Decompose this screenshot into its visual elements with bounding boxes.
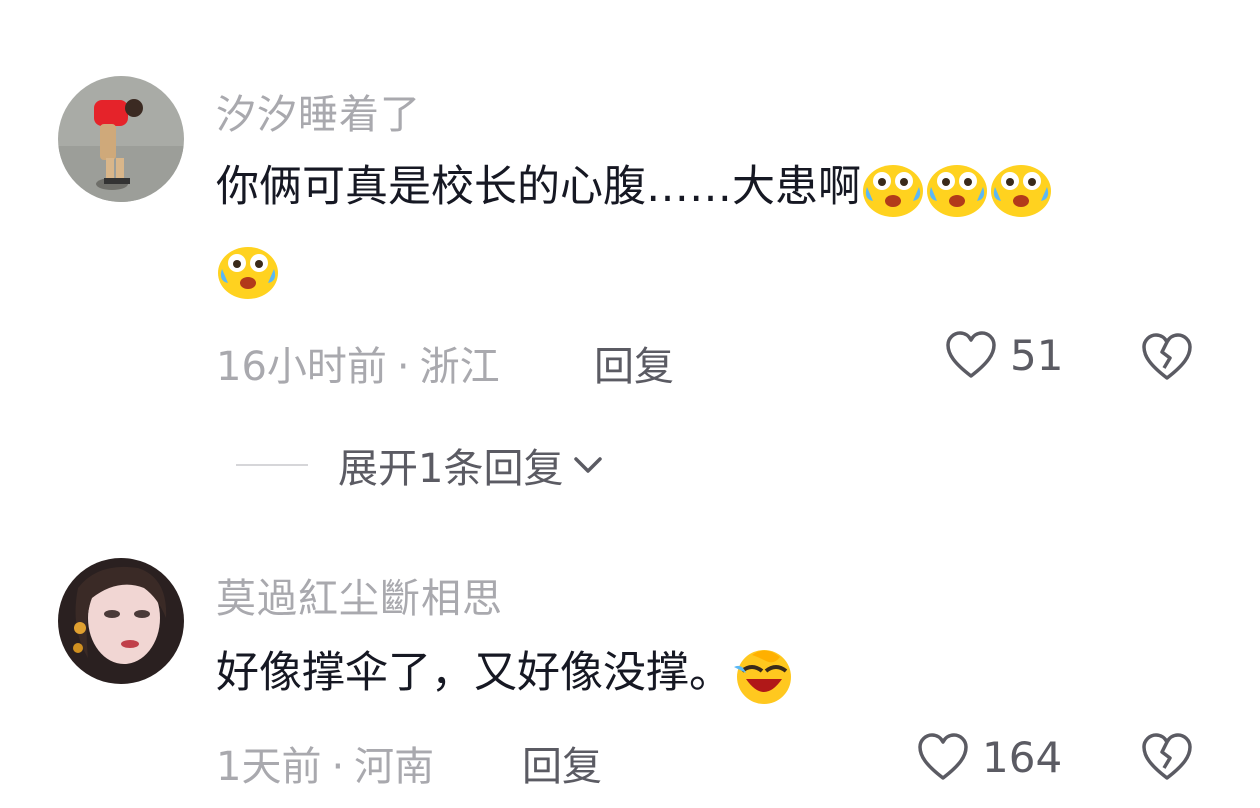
heart-icon	[918, 733, 968, 780]
like-button[interactable]: 51	[944, 330, 1063, 380]
dislike-button[interactable]	[1140, 732, 1194, 786]
dislike-button[interactable]	[1140, 332, 1194, 386]
like-button[interactable]: 164	[916, 732, 1062, 782]
crying-face-icon	[216, 243, 280, 301]
location: 浙江	[419, 344, 500, 390]
location: 河南	[354, 744, 435, 790]
avatar[interactable]	[58, 558, 184, 684]
reply-button[interactable]: 回复	[594, 334, 674, 392]
heart-icon	[946, 331, 996, 378]
separator: ·	[331, 744, 345, 790]
chevron-down-icon	[574, 457, 603, 473]
like-count: 51	[1010, 330, 1064, 380]
separator: ·	[396, 344, 410, 390]
like-count: 164	[982, 732, 1063, 782]
divider-line	[236, 464, 308, 466]
reply-button[interactable]: 回复	[522, 734, 602, 792]
timestamp: 1天前	[216, 744, 322, 790]
avatar[interactable]	[58, 76, 184, 202]
crying-face-icon	[925, 161, 989, 219]
comment-text: 你俩可真是校长的心腹……大患啊	[216, 146, 1216, 310]
comment-meta: 16小时前 · 浙江	[216, 334, 500, 392]
crying-face-icon	[989, 161, 1053, 219]
broken-heart-icon	[1142, 733, 1192, 780]
username[interactable]: 汐汐睡着了	[216, 82, 421, 140]
expand-replies-button[interactable]: 展开1条回复	[236, 436, 605, 494]
timestamp: 16小时前	[216, 344, 387, 390]
expand-replies-label: 展开1条回复	[338, 446, 564, 492]
laughing-face-icon	[732, 647, 796, 705]
comment-text-content: 你俩可真是校长的心腹……大患啊	[216, 162, 861, 212]
comment-text-content: 好像撑伞了，又好像没撑。	[216, 648, 732, 698]
username[interactable]: 莫過紅尘斷相思	[216, 566, 503, 624]
broken-heart-icon	[1142, 333, 1192, 380]
comment-text: 好像撑伞了，又好像没撑。	[216, 632, 796, 714]
crying-face-icon	[861, 161, 925, 219]
comment-meta: 1天前 · 河南	[216, 734, 434, 792]
